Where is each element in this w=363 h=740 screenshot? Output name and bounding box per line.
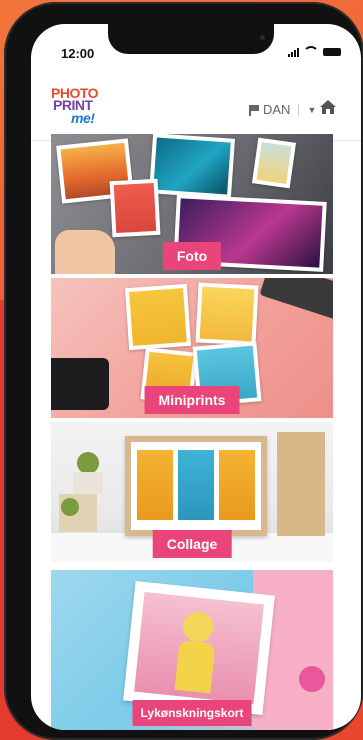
photoprintme-logo[interactable]: PHOTO PRINT me! <box>51 84 111 132</box>
status-time: 12:00 <box>61 46 95 61</box>
plant-decor <box>61 498 79 516</box>
collage-frame <box>125 436 267 536</box>
phone-screen: 12:00 PHOTO PRINT me! DAN ▼ Foto Minipri… <box>31 24 361 730</box>
plant-decor <box>77 452 99 474</box>
miniprint-image <box>195 282 259 346</box>
photo-print-image <box>251 137 297 189</box>
flag-icon <box>249 104 259 116</box>
home-icon[interactable] <box>319 99 337 115</box>
logo-line-3: me! <box>71 110 95 126</box>
hand-holding-photo <box>55 230 115 274</box>
category-label-lykonskningskort[interactable]: Lykønskningskort <box>132 700 252 726</box>
category-tile-lykonskningskort[interactable]: Lykønskningskort <box>51 570 333 730</box>
collage-photo <box>137 450 173 520</box>
magazine-holder-decor <box>277 432 325 536</box>
category-tile-collage[interactable]: Collage <box>51 422 333 562</box>
category-label-foto[interactable]: Foto <box>162 242 222 270</box>
category-tile-miniprints[interactable]: Miniprints <box>51 278 333 418</box>
miniprint-image <box>124 283 192 351</box>
status-icons <box>288 46 341 57</box>
signal-icon <box>288 47 299 57</box>
camera-decor <box>51 358 109 410</box>
collage-photo <box>178 450 214 520</box>
battery-icon <box>323 47 341 56</box>
collage-photo <box>219 450 255 520</box>
wifi-icon <box>303 46 319 57</box>
flower-decor <box>299 666 325 692</box>
phone-notch <box>108 24 274 54</box>
category-tile-foto[interactable]: Foto <box>51 134 333 274</box>
photo-print-image <box>109 178 161 238</box>
chevron-down-icon: ▼ <box>307 104 317 115</box>
language-code: DAN <box>263 102 291 117</box>
cassette-decor <box>259 278 333 320</box>
language-divider <box>298 103 300 116</box>
plant-pot-decor <box>73 472 103 494</box>
photo-print-image <box>149 134 235 199</box>
camera-dot <box>260 35 265 40</box>
category-label-collage[interactable]: Collage <box>152 530 232 558</box>
category-label-miniprints[interactable]: Miniprints <box>144 386 240 414</box>
phone-frame: 12:00 PHOTO PRINT me! DAN ▼ Foto Minipri… <box>4 2 363 740</box>
greeting-card <box>123 581 275 715</box>
app-header: PHOTO PRINT me! DAN ▼ <box>31 78 361 141</box>
language-selector[interactable]: DAN ▼ <box>249 102 316 117</box>
